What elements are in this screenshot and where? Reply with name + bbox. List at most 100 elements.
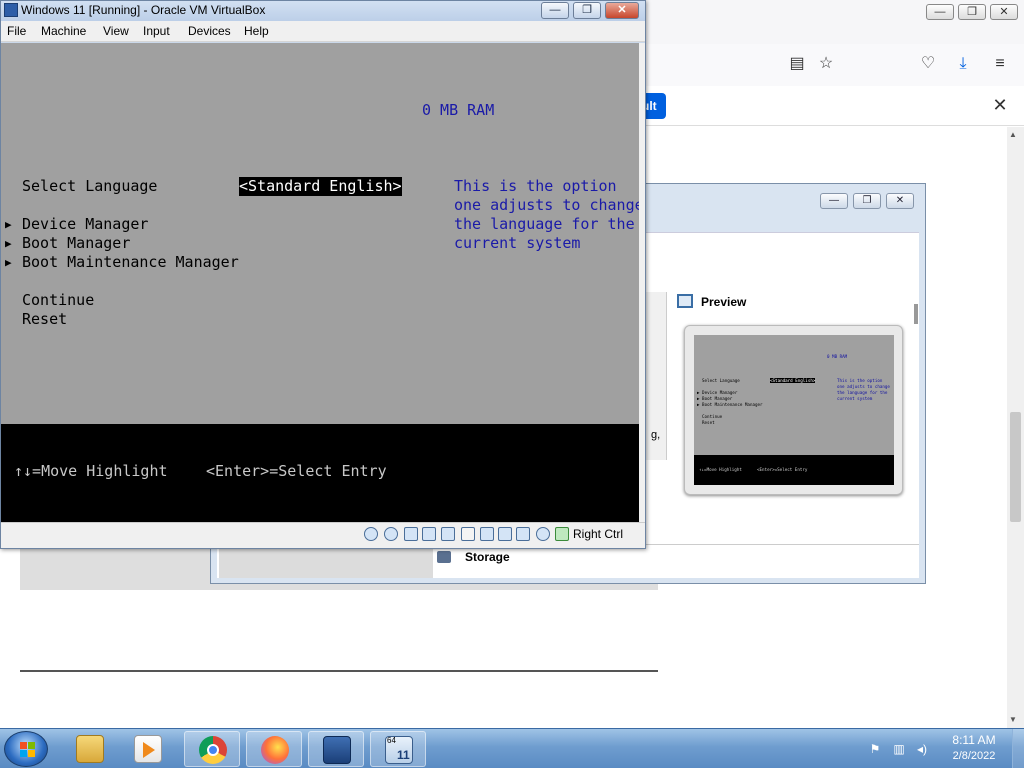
manager-minimize-button[interactable]: — — [820, 193, 848, 209]
preview-language-value: <Standard English> — [770, 378, 816, 383]
firefox-minimize-button[interactable]: — — [926, 4, 954, 20]
audio-icon[interactable] — [404, 527, 418, 541]
bios-help-line-3: the language for the — [454, 215, 635, 233]
taskbar-chrome[interactable] — [184, 731, 240, 767]
bios-boot-maintenance-manager[interactable]: Boot Maintenance Manager — [22, 253, 239, 272]
manager-bottom-gray — [219, 548, 433, 578]
scroll-down-arrow-icon[interactable]: ▼ — [1009, 715, 1017, 724]
firefox-icon — [261, 736, 289, 764]
submenu-arrow-icon: ▶ — [5, 218, 12, 231]
vm-minimize-button[interactable]: — — [541, 2, 569, 19]
vm-menubar: File Machine View Input Devices Help — [1, 21, 645, 42]
vm-instance-icon: 64 11 — [385, 736, 413, 764]
folder-icon — [76, 735, 104, 763]
taskbar-media-player[interactable] — [120, 731, 176, 767]
taskbar: 64 11 ⚑ ▥ ◂) 8:11 AM 2/8/2022 — [0, 728, 1024, 768]
vm-window-title: Windows 11 [Running] - Oracle VM Virtual… — [21, 3, 266, 17]
vm-number: 11 — [397, 748, 410, 762]
pocket-icon[interactable]: ♡ — [918, 54, 938, 74]
menu-help[interactable]: Help — [244, 24, 269, 38]
vm-titlebar[interactable]: Windows 11 [Running] - Oracle VM Virtual… — [1, 1, 645, 21]
taskbar-virtualbox[interactable] — [308, 731, 364, 767]
storage-section-title[interactable]: Storage — [465, 550, 510, 564]
preview-item-1: ▶ Device Manager — [697, 390, 738, 395]
firefox-close-button[interactable]: ✕ — [990, 4, 1018, 20]
bookmark-star-icon[interactable]: ☆ — [816, 54, 836, 74]
media-player-icon — [134, 735, 162, 763]
manager-restore-button[interactable]: ❐ — [853, 193, 881, 209]
bios-device-manager[interactable]: Device Manager — [22, 215, 148, 234]
bios-footer-select: <Enter>=Select Entry — [206, 462, 387, 480]
page-divider — [20, 670, 658, 672]
submenu-arrow-icon: ▶ — [5, 237, 12, 250]
preview-item-3: ▶ Boot Maintenance Manager — [697, 402, 763, 407]
vm-guest-screen[interactable]: 0 MB RAM Select Language <Standard Engli… — [1, 43, 639, 522]
show-desktop-button[interactable] — [1012, 729, 1024, 768]
manager-toolbar-area — [643, 232, 919, 292]
shared-folders-icon[interactable] — [461, 527, 475, 541]
clock-time[interactable]: 8:11 AM — [946, 733, 1002, 747]
start-button[interactable] — [4, 731, 48, 767]
preview-frame: 0 MB RAM Select Language <Standard Engli… — [684, 325, 903, 495]
bios-help-line-2: one adjusts to change — [454, 196, 639, 214]
network-icon[interactable] — [422, 527, 436, 541]
menu-file[interactable]: File — [7, 24, 26, 38]
optical-disk-icon[interactable] — [384, 527, 398, 541]
taskbar-firefox[interactable] — [246, 731, 302, 767]
vm-badge: 64 — [387, 736, 396, 745]
scroll-up-arrow-icon[interactable]: ▲ — [1009, 130, 1017, 139]
menu-view[interactable]: View — [103, 24, 129, 38]
network-tray-icon[interactable]: ▥ — [892, 742, 906, 756]
menu-devices[interactable]: Devices — [188, 24, 231, 38]
menu-icon[interactable]: ≡ — [990, 54, 1010, 74]
chrome-icon — [199, 736, 227, 764]
windows-logo-icon — [20, 742, 36, 758]
bios-footer-bar: ↑↓=Move Highlight <Enter>=Select Entry — [1, 424, 639, 522]
preview-select-language: Select Language — [702, 378, 740, 383]
vm-status-bar: Right Ctrl — [1, 522, 645, 548]
usb-icon[interactable] — [441, 527, 455, 541]
preview-title: Preview — [701, 295, 747, 309]
reader-view-icon[interactable]: ▤ — [787, 54, 807, 74]
menu-machine[interactable]: Machine — [41, 24, 86, 38]
vm-restore-button[interactable]: ❐ — [573, 2, 601, 19]
bios-footer-move: ↑↓=Move Highlight — [14, 462, 168, 480]
host-key-label[interactable]: Right Ctrl — [573, 527, 623, 541]
manager-close-button[interactable]: ✕ — [886, 193, 914, 209]
preview-screen: 0 MB RAM Select Language <Standard Engli… — [694, 335, 894, 485]
action-center-flag-icon[interactable]: ⚑ — [868, 742, 882, 756]
volume-icon[interactable]: ◂) — [915, 742, 929, 756]
firefox-scrollbar-thumb[interactable] — [1010, 412, 1021, 522]
bios-continue[interactable]: Continue — [22, 291, 94, 310]
bios-select-language-label: Select Language — [22, 177, 158, 195]
preview-help-3: the language for the — [837, 390, 888, 395]
preview-continue: Continue — [702, 414, 723, 419]
vm-close-button[interactable]: ✕ — [605, 2, 639, 19]
bios-boot-manager[interactable]: Boot Manager — [22, 234, 130, 253]
manager-scrollbar[interactable] — [914, 304, 918, 324]
bios-language-value[interactable]: <Standard English> — [239, 177, 402, 196]
taskbar-windows-11-vm[interactable]: 64 11 — [370, 731, 426, 767]
virtualbox-icon — [4, 3, 18, 17]
preview-help-2: one adjusts to change — [837, 384, 890, 389]
mouse-integration-icon[interactable] — [555, 527, 569, 541]
virtualization-icon[interactable] — [516, 527, 530, 541]
video-capture-icon[interactable] — [498, 527, 512, 541]
taskbar-file-explorer[interactable] — [62, 731, 118, 767]
bios-reset[interactable]: Reset — [22, 310, 67, 329]
bios-ram: 0 MB RAM — [422, 101, 495, 119]
cpu-icon[interactable] — [536, 527, 550, 541]
preview-icon — [677, 294, 693, 308]
bios-help-line-4: current system — [454, 234, 581, 252]
bios-help-line-1: This is the option — [454, 177, 617, 195]
preview-ram: 0 MB RAM — [827, 354, 848, 359]
hard-disk-icon[interactable] — [364, 527, 378, 541]
virtualbox-icon — [323, 736, 351, 764]
firefox-restore-button[interactable]: ❐ — [958, 4, 986, 20]
menu-input[interactable]: Input — [143, 24, 170, 38]
display-icon[interactable] — [480, 527, 494, 541]
clock-date[interactable]: 2/8/2022 — [946, 750, 1002, 762]
download-icon[interactable]: ⤓ — [953, 54, 973, 74]
notification-close-icon[interactable]: ✕ — [990, 95, 1010, 115]
vm-window: Windows 11 [Running] - Oracle VM Virtual… — [0, 0, 646, 549]
